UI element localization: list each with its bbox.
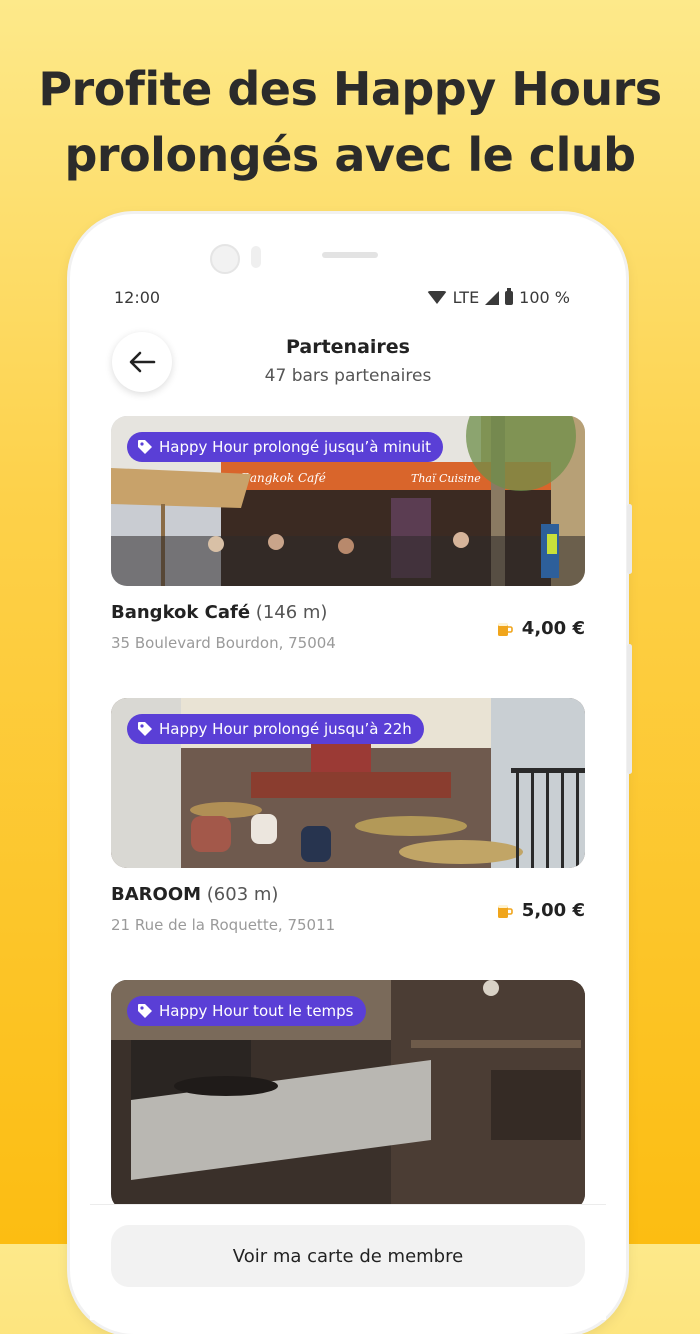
page-title: Partenaires	[285, 336, 410, 358]
bar-photo: Happy Hour tout le temps	[111, 980, 585, 1210]
beer-mug-icon	[497, 622, 513, 636]
bar-photo: Bangkok Café Thaï Cuisine Happy Hour pro…	[111, 416, 585, 586]
battery-level: 100 %	[519, 288, 570, 307]
price-tag-icon	[138, 722, 152, 736]
beer-mug-icon	[497, 904, 513, 918]
thai-cuisine-sign: Thaï Cuisine	[411, 472, 481, 485]
happy-hour-tag-label: Happy Hour prolongé jusqu’à 22h	[159, 720, 412, 738]
bar-name-row: BAROOM (603 m)	[111, 884, 278, 905]
phone-volume-button	[627, 644, 632, 774]
bar-price: 5,00 €	[496, 900, 585, 921]
promo-headline: Profite des Happy Hours prolongés avec l…	[0, 56, 700, 188]
page-subtitle: 47 bars partenaires	[264, 366, 432, 386]
bar-card[interactable]: Happy Hour prolongé jusqu’à 22h BAROOM (…	[111, 698, 585, 934]
bar-card[interactable]: Happy Hour tout le temps	[111, 980, 585, 1210]
bar-address: 21 Rue de la Roquette, 75011	[111, 916, 336, 934]
bar-price-value: 5,00 €	[521, 900, 585, 921]
bar-name: BAROOM	[111, 884, 202, 905]
happy-hour-tag: Happy Hour tout le temps	[127, 996, 366, 1026]
bottom-action-bar: Voir ma carte de membre	[90, 1204, 606, 1320]
bar-name-row: Bangkok Café (146 m)	[111, 602, 327, 623]
bar-address: 35 Boulevard Bourdon, 75004	[111, 634, 336, 652]
bar-price: 4,00 €	[496, 618, 585, 639]
bar-card[interactable]: Bangkok Café Thaï Cuisine Happy Hour pro…	[111, 416, 585, 652]
bar-distance: (146 m)	[255, 602, 328, 623]
member-card-button[interactable]: Voir ma carte de membre	[111, 1225, 585, 1287]
happy-hour-tag-label: Happy Hour tout le temps	[159, 1002, 354, 1020]
phone-frame: 12:00 LTE 100 % Partenaires 47 bars part…	[70, 214, 632, 1334]
phone-side-button	[627, 504, 632, 574]
app-screen: 12:00 LTE 100 % Partenaires 47 bars part…	[90, 280, 606, 1320]
bar-name: Bangkok Café	[111, 602, 251, 623]
network-label: LTE	[452, 288, 480, 307]
headline-line-1: Profite des Happy Hours	[38, 62, 662, 116]
wifi-icon	[426, 291, 447, 304]
bar-photo: Happy Hour prolongé jusqu’à 22h	[111, 698, 585, 868]
phone-speaker	[322, 252, 378, 258]
price-tag-icon	[138, 440, 152, 454]
front-camera	[210, 244, 240, 274]
happy-hour-tag: Happy Hour prolongé jusqu’à 22h	[127, 714, 424, 744]
status-time: 12:00	[114, 288, 161, 307]
headline-line-2: prolongés avec le club	[64, 128, 636, 182]
bangkok-sign: Bangkok Café	[240, 471, 326, 485]
signal-icon	[485, 290, 500, 305]
bar-price-value: 4,00 €	[521, 618, 585, 639]
happy-hour-tag-label: Happy Hour prolongé jusqu’à minuit	[159, 438, 432, 456]
phone-sensor	[251, 246, 261, 268]
price-tag-icon	[138, 1004, 152, 1018]
status-bar: 12:00 LTE 100 %	[90, 280, 606, 316]
battery-icon	[505, 287, 514, 305]
bar-distance: (603 m)	[206, 884, 279, 905]
happy-hour-tag: Happy Hour prolongé jusqu’à minuit	[127, 432, 444, 462]
